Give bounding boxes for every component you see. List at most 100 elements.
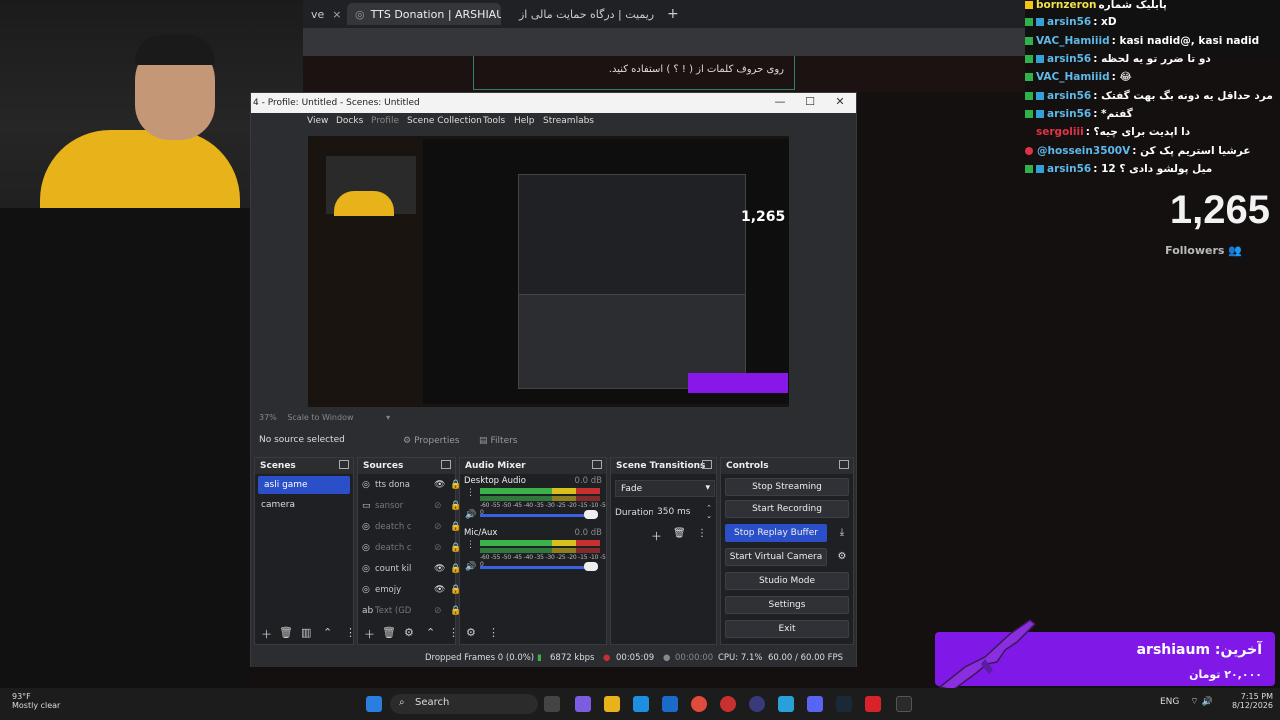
- properties-button[interactable]: ⚙ Properties: [403, 433, 460, 449]
- eye-icon[interactable]: 👁: [434, 564, 445, 574]
- tab-partial[interactable]: ve ×: [303, 3, 343, 25]
- stepper-icon[interactable]: ⌃ ⌄: [706, 504, 712, 520]
- exit-button[interactable]: Exit: [725, 620, 849, 638]
- eye-icon[interactable]: 👁: [434, 480, 445, 490]
- source-item[interactable]: ◎ deatch c ⊘ 🔒: [358, 516, 461, 537]
- menu-streamlabs[interactable]: Streamlabs: [543, 116, 594, 126]
- chat-text: : 😂: [1111, 71, 1132, 83]
- discord-icon[interactable]: [807, 696, 823, 712]
- tab-tts-donation[interactable]: ◎ TTS Donation | ARSHIAUM ×: [347, 3, 501, 25]
- settings-button[interactable]: Settings: [725, 596, 849, 614]
- chat-text: پابلیک شماره: [1098, 0, 1167, 11]
- float-icon[interactable]: [441, 460, 451, 469]
- volume-slider-handle[interactable]: [584, 510, 598, 519]
- menu-help[interactable]: Help: [514, 116, 535, 126]
- stop-streaming-button[interactable]: Stop Streaming: [725, 478, 849, 496]
- source-label: deatch c: [375, 521, 412, 532]
- source-item[interactable]: ◎ count kil 👁 🔒: [358, 558, 461, 579]
- add-icon[interactable]: ＋: [364, 626, 375, 642]
- source-item[interactable]: ▭ sansor ⊘ 🔒: [358, 495, 461, 516]
- minimize-button[interactable]: —: [769, 95, 791, 111]
- globe-icon: ◎: [362, 563, 370, 574]
- start-virtual-camera-button[interactable]: Start Virtual Camera: [725, 548, 827, 566]
- more-icon[interactable]: ⋮: [697, 528, 707, 539]
- scene-item[interactable]: asli game: [258, 476, 350, 494]
- transition-select[interactable]: Fade ▾: [615, 480, 715, 497]
- float-icon[interactable]: [702, 460, 712, 469]
- source-item[interactable]: ab Text (GD ⊘ 🔒: [358, 600, 461, 621]
- tab-remit[interactable]: ریمیت | درگاه حمایت مالی از um ×: [505, 3, 655, 25]
- source-item[interactable]: ◎ tts dona 👁 🔒: [358, 474, 461, 495]
- add-icon[interactable]: ＋: [261, 626, 272, 642]
- telegram-icon[interactable]: [778, 696, 794, 712]
- store-icon[interactable]: [662, 696, 678, 712]
- duration-input[interactable]: 350 ms ⌃ ⌄: [653, 504, 715, 521]
- app-icon[interactable]: [720, 696, 736, 712]
- gear-icon[interactable]: ⚙: [834, 548, 850, 566]
- edge-icon[interactable]: [633, 696, 649, 712]
- obs-preview[interactable]: 1,265: [308, 136, 789, 407]
- float-icon[interactable]: [339, 460, 349, 469]
- obs-icon[interactable]: [749, 696, 765, 712]
- eye-icon[interactable]: 👁: [434, 585, 445, 595]
- steam-icon[interactable]: [836, 696, 852, 712]
- close-button[interactable]: ✕: [829, 95, 851, 111]
- more-icon[interactable]: ⋮: [345, 626, 356, 639]
- more-icon[interactable]: ⋮: [466, 488, 475, 498]
- more-icon[interactable]: ⋮: [466, 540, 475, 550]
- language-indicator[interactable]: ENG: [1160, 697, 1179, 707]
- clock[interactable]: 7:15 PM 8/12/2026: [1228, 692, 1273, 710]
- add-icon[interactable]: ＋: [651, 528, 662, 544]
- volume-slider[interactable]: [480, 566, 598, 569]
- task-view-icon[interactable]: [544, 696, 560, 712]
- more-icon[interactable]: ⋮: [488, 626, 499, 639]
- download-icon[interactable]: ⤓: [834, 524, 850, 542]
- up-icon[interactable]: ⌃: [426, 626, 435, 639]
- more-icon[interactable]: ⋮: [448, 626, 459, 639]
- trash-icon[interactable]: 🗑: [382, 626, 396, 639]
- wifi-icon[interactable]: ⌔: [1190, 697, 1198, 707]
- source-item[interactable]: ◎ deatch c ⊘ 🔒: [358, 537, 461, 558]
- volume-icon[interactable]: 🔊: [1202, 697, 1213, 707]
- volume-slider[interactable]: [480, 514, 598, 517]
- filter-icon[interactable]: ▥: [301, 626, 311, 639]
- windows-start-icon[interactable]: [366, 696, 382, 712]
- eye-off-icon[interactable]: ⊘: [434, 522, 442, 532]
- eye-off-icon[interactable]: ⊘: [434, 501, 442, 511]
- up-icon[interactable]: ⌃: [323, 626, 332, 639]
- speaker-icon[interactable]: 🔊: [465, 510, 476, 520]
- menu-profile[interactable]: Profile: [371, 116, 399, 126]
- stop-replay-buffer-button[interactable]: Stop Replay Buffer: [725, 524, 827, 542]
- scale-mode[interactable]: Scale to Window: [287, 413, 353, 422]
- file-explorer-icon[interactable]: [604, 696, 620, 712]
- taskbar-search[interactable]: ⌕ Search: [390, 694, 538, 714]
- chrome-icon[interactable]: [691, 696, 707, 712]
- speaker-icon[interactable]: 🔊: [465, 562, 476, 572]
- eye-off-icon[interactable]: ⊘: [434, 606, 442, 616]
- menu-tools[interactable]: Tools: [483, 116, 505, 126]
- maximize-button[interactable]: ☐: [799, 95, 821, 111]
- start-recording-button[interactable]: Start Recording: [725, 500, 849, 518]
- float-icon[interactable]: [592, 460, 602, 469]
- studio-mode-button[interactable]: Studio Mode: [725, 572, 849, 590]
- source-item[interactable]: ◎ emojy 👁 🔒: [358, 579, 461, 600]
- menu-docks[interactable]: Docks: [336, 116, 363, 126]
- new-tab-button[interactable]: +: [659, 3, 681, 25]
- gear-icon[interactable]: ⚙: [404, 626, 414, 639]
- eye-off-icon[interactable]: ⊘: [434, 543, 442, 553]
- trash-icon[interactable]: 🗑: [279, 626, 293, 639]
- recorder-icon[interactable]: [896, 696, 912, 712]
- filters-button[interactable]: ▤ Filters: [479, 433, 518, 449]
- valorant-icon[interactable]: [865, 696, 881, 712]
- volume-slider-handle[interactable]: [584, 562, 598, 571]
- weather-widget[interactable]: 93°F Mostly clear: [12, 692, 60, 710]
- gear-icon[interactable]: ⚙: [466, 626, 476, 639]
- trash-icon[interactable]: 🗑: [673, 528, 686, 539]
- menu-scene-collection[interactable]: Scene Collection: [407, 116, 482, 126]
- copilot-icon[interactable]: [575, 696, 591, 712]
- chevron-down-icon[interactable]: ▾: [386, 413, 390, 422]
- close-icon[interactable]: ×: [332, 8, 341, 21]
- float-icon[interactable]: [839, 460, 849, 469]
- menu-view[interactable]: View: [307, 116, 328, 126]
- scene-item[interactable]: camera: [255, 496, 353, 514]
